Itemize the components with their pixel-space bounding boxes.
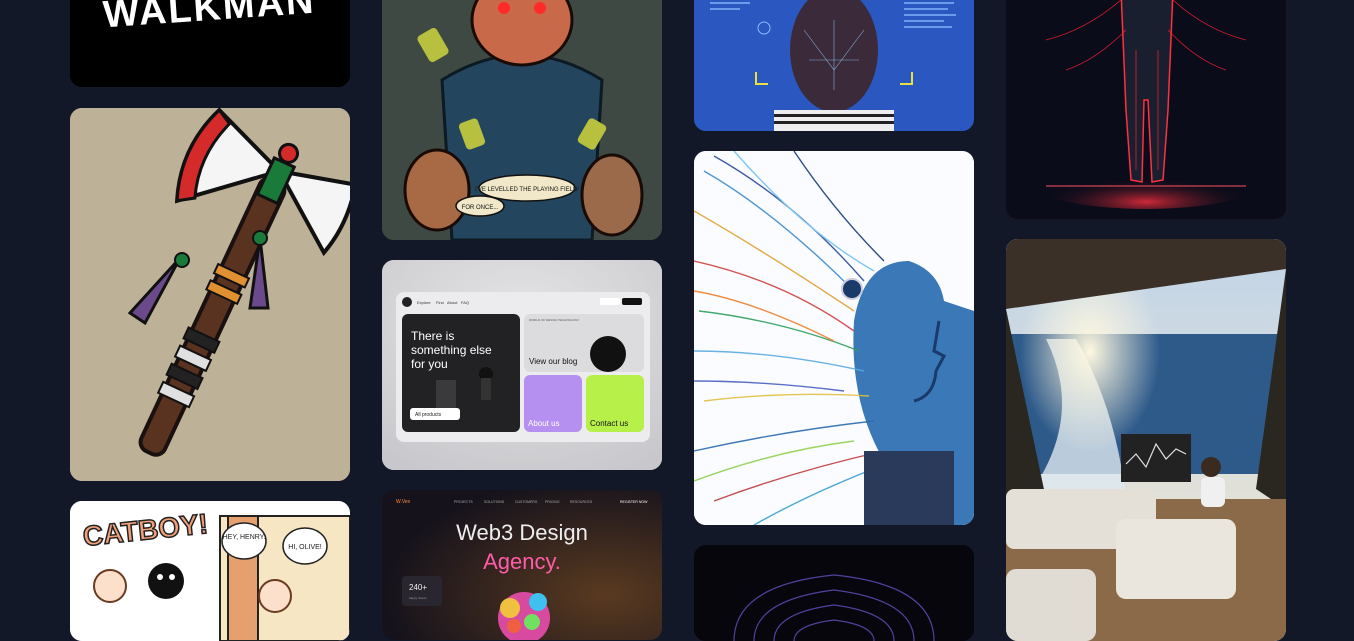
comic-image: I'VE LEVELLED THE PLAYING FIELD! FOR ONC… [382,0,662,240]
mock-nav-4: FAQ [461,300,469,305]
face-scan-image [694,0,974,131]
red-figure-image [1006,0,1286,219]
web3-card[interactable]: W.Vex PROJECTS SOLUTIONS CUSTOMERS PRICI… [382,490,662,640]
mock-nav-1: Explore [417,300,431,305]
comic-caption-1: I'VE LEVELLED THE PLAYING FIELD! [475,187,579,193]
web3-logo: W.Vex [396,499,411,505]
axe-card[interactable] [70,108,350,481]
web3-stat: 240+ [409,583,427,592]
comic-caption-2: FOR ONCE... [462,205,499,211]
web3-nav-2: SOLUTIONS [484,500,505,504]
web3-nav-4: PRICING [545,500,560,504]
ui-mock-card[interactable]: Explore Find About FAQ There is somethin… [382,260,662,470]
catboy-image: CATBOY! HEY, HENRY. HI, OLIVE! [70,501,350,641]
wire-head-image [694,151,974,525]
bubble-1: HEY, HENRY. [223,534,266,541]
web3-title-2: Agency. [483,549,561,574]
mock-nav-3: About [447,300,458,305]
mock-blog-tag: WORLD OF DESIGN TECHNOLOGY [529,318,579,322]
web3-nav-5: RESOURCES [570,500,593,504]
mock-contact-label: Contact us [590,419,628,428]
mock-blog-label: View our blog [529,357,577,366]
web3-nav-3: CUSTOMERS [515,500,538,504]
mock-about-label: About us [528,419,560,428]
yacht-image [1006,239,1286,641]
mock-products-button: All products [415,412,442,418]
circuit-card[interactable] [694,545,974,641]
face-scan-card[interactable] [694,0,974,131]
wire-head-card[interactable] [694,151,974,525]
mock-nav-2: Find [436,300,444,305]
web3-image: W.Vex PROJECTS SOLUTIONS CUSTOMERS PRICI… [382,490,662,640]
web3-cta: REGISTER NOW [620,500,648,504]
catboy-card[interactable]: CATBOY! HEY, HENRY. HI, OLIVE! [70,501,350,641]
yacht-card[interactable] [1006,239,1286,641]
web3-title-1: Web3 Design [456,520,588,545]
red-figure-card[interactable] [1006,0,1286,219]
walkman-card[interactable]: WALKMAN [70,0,350,87]
comic-card[interactable]: I'VE LEVELLED THE PLAYING FIELD! FOR ONC… [382,0,662,240]
walkman-image: WALKMAN [70,0,350,87]
web3-nav-1: PROJECTS [454,500,473,504]
web3-stat-label: happy clients [409,596,427,600]
axe-image [70,108,350,481]
ui-mock-image: Explore Find About FAQ There is somethin… [382,260,662,470]
bubble-2: HI, OLIVE! [288,544,322,551]
circuit-image [694,545,974,641]
